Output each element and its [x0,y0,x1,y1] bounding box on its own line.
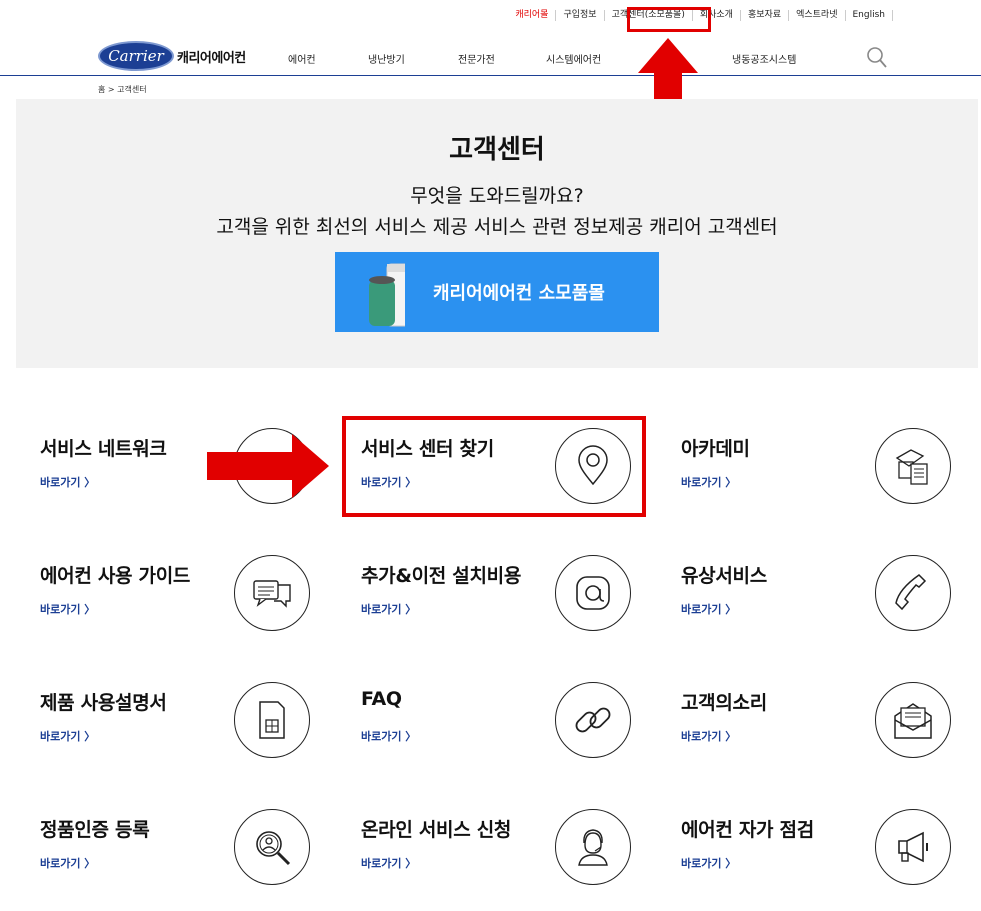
util-link-pr[interactable]: 홍보자료 [741,10,790,21]
highlight-box-customer-center [627,7,711,32]
util-link-extranet[interactable]: 엑스트라넷 [789,10,846,21]
sim-card-icon [234,682,310,758]
megaphone-icon [875,809,951,885]
phone-icon [875,555,951,631]
hero-subtitle: 무엇을 도와드릴까요? [410,185,584,207]
card-shortcut-link[interactable]: 바로가기 〉 [361,855,416,871]
card-genuine-registration[interactable]: 정품인증 등록 바로가기 〉 [40,801,340,911]
documents-icon [875,428,951,504]
card-title: 제품 사용설명서 [40,692,167,714]
nav-item-heating-cooling[interactable]: 냉난방기 [368,51,405,66]
card-self-check[interactable]: 에어컨 자가 점검 바로가기 〉 [681,801,981,911]
card-faq[interactable]: FAQ 바로가기 〉 [361,674,661,784]
hero-banner: 고객센터 무엇을 도와드릴까요? 고객을 위한 최선의 서비스 제공 서비스 관… [16,99,978,368]
util-link-english[interactable]: English [846,10,893,21]
main-nav: 에어컨 냉난방기 전문가전 시스템에어컨 냉동공조시스템 [0,51,981,66]
annotation-right-arrow-icon [207,434,329,498]
card-title: 서비스 네트워크 [40,438,167,460]
hero-description: 고객을 위한 최선의 서비스 제공 서비스 관련 정보제공 캐리어 고객센터 [216,216,778,238]
card-shortcut-link[interactable]: 바로가기 〉 [681,855,736,871]
card-title: 에어컨 자가 점검 [681,819,814,841]
card-aircon-guide[interactable]: 에어컨 사용 가이드 바로가기 〉 [40,547,340,657]
card-shortcut-link[interactable]: 바로가기 〉 [40,855,95,871]
card-online-service[interactable]: 온라인 서비스 신청 바로가기 〉 [361,801,661,911]
card-shortcut-link[interactable]: 바로가기 〉 [681,601,736,617]
headset-agent-icon [555,809,631,885]
card-paid-service[interactable]: 유상서비스 바로가기 〉 [681,547,981,657]
card-shortcut-link[interactable]: 바로가기 〉 [681,474,736,490]
search-icon[interactable] [866,46,888,70]
card-install-cost[interactable]: 추가&이전 설치비용 바로가기 〉 [361,547,661,657]
card-title: 추가&이전 설치비용 [361,565,522,587]
card-academy[interactable]: 아카데미 바로가기 〉 [681,420,981,530]
air-purifier-product-icon [369,263,405,327]
chat-bubbles-icon [234,555,310,631]
card-shortcut-link[interactable]: 바로가기 〉 [681,728,736,744]
nav-item-refrigeration[interactable]: 냉동공조시스템 [732,51,796,66]
card-shortcut-link[interactable]: 바로가기 〉 [361,728,416,744]
nav-item-system-aircon[interactable]: 시스템에어컨 [546,51,601,66]
envelope-letter-icon [875,682,951,758]
page-title: 고객센터 [449,135,545,165]
card-shortcut-link[interactable]: 바로가기 〉 [40,474,95,490]
util-link-purchase-info[interactable]: 구입정보 [556,10,605,21]
util-link-carrier-mall[interactable]: 캐리어몰 [508,10,557,21]
card-shortcut-link[interactable]: 바로가기 〉 [40,601,95,617]
card-product-manual[interactable]: 제품 사용설명서 바로가기 〉 [40,674,340,784]
consumables-mall-button[interactable]: 캐리어에어컨 소모품몰 [335,252,659,332]
card-title: FAQ [361,688,402,710]
highlight-box-service-center [342,416,646,517]
consumables-mall-label: 캐리어에어컨 소모품몰 [433,283,605,304]
card-customer-voice[interactable]: 고객의소리 바로가기 〉 [681,674,981,784]
card-shortcut-link[interactable]: 바로가기 〉 [40,728,95,744]
card-title: 고객의소리 [681,692,767,714]
card-title: 온라인 서비스 신청 [361,819,512,841]
at-sign-icon [555,555,631,631]
header-divider [0,75,981,76]
search-user-icon [234,809,310,885]
nav-item-appliances[interactable]: 전문가전 [458,51,495,66]
nav-item-aircon[interactable]: 에어컨 [288,51,316,66]
card-title: 유상서비스 [681,565,767,587]
card-title: 아카데미 [681,438,750,460]
card-title: 에어컨 사용 가이드 [40,565,191,587]
card-title: 정품인증 등록 [40,819,150,841]
card-shortcut-link[interactable]: 바로가기 〉 [361,601,416,617]
chain-link-icon [555,682,631,758]
breadcrumb: 홈 > 고객센터 [98,85,147,94]
